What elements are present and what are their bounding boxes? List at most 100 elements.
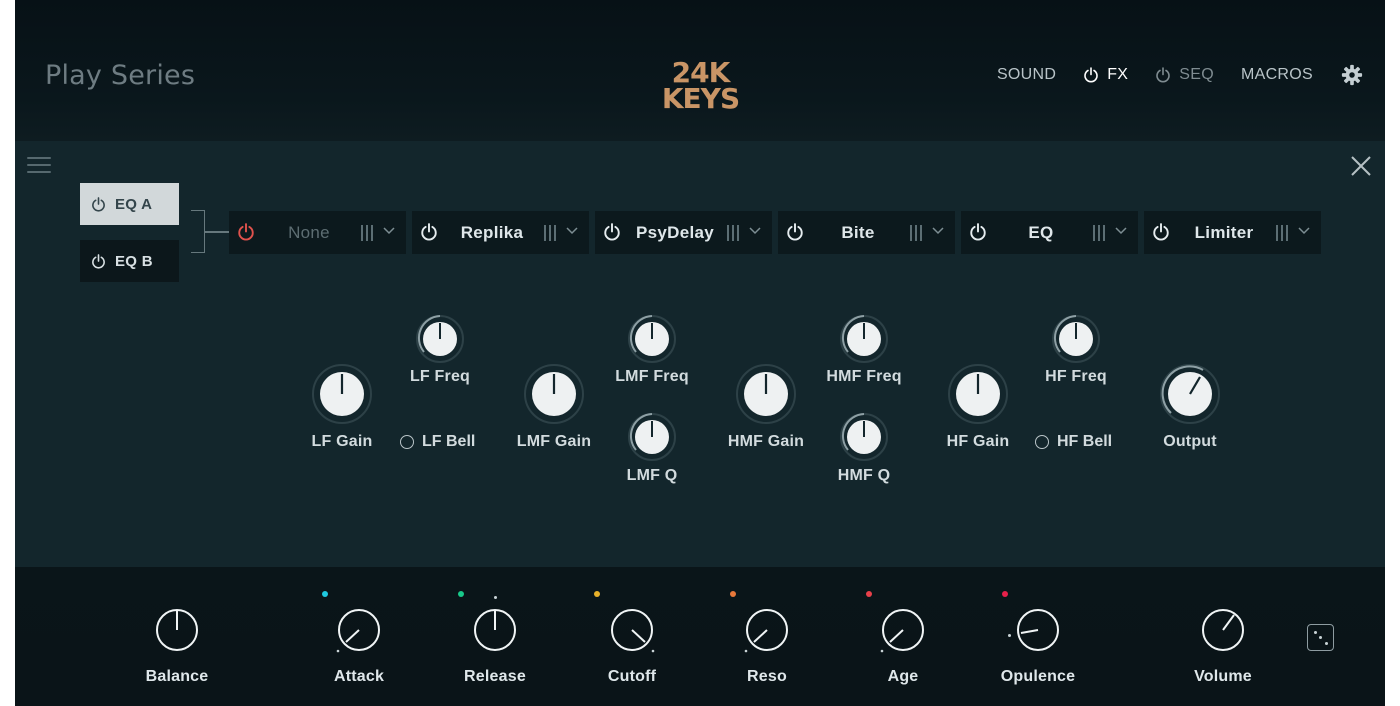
fx-slot-name: Replika bbox=[460, 222, 524, 242]
age-label: Age bbox=[887, 668, 919, 685]
hmf-freq-label: HMF Freq bbox=[826, 368, 902, 385]
brand-title: Play Series bbox=[45, 60, 196, 91]
attack-mod-dot bbox=[322, 591, 328, 597]
hmf-gain-knob[interactable] bbox=[735, 363, 797, 425]
gear-icon[interactable] bbox=[1341, 64, 1363, 86]
cutoff-mod-dot bbox=[594, 591, 600, 597]
power-icon[interactable] bbox=[1083, 67, 1099, 83]
reso-mod-dot bbox=[730, 591, 736, 597]
nav-fx[interactable]: FX bbox=[1083, 66, 1128, 84]
lmf-freq-knob[interactable] bbox=[627, 314, 677, 364]
opulence-mod-dot bbox=[1002, 591, 1008, 597]
eq-a-button[interactable]: EQ A bbox=[80, 183, 179, 225]
output-knob[interactable] bbox=[1159, 363, 1221, 425]
opulence-marker bbox=[1008, 634, 1011, 637]
hamburger-menu-icon[interactable] bbox=[27, 157, 51, 177]
fx-slot-name: PsyDelay bbox=[635, 222, 714, 242]
opulence-knob[interactable] bbox=[1015, 607, 1061, 653]
drag-handle-icon[interactable] bbox=[361, 225, 373, 241]
attack-knob[interactable] bbox=[336, 607, 382, 653]
release-marker bbox=[494, 596, 497, 599]
lf-gain-knob[interactable] bbox=[311, 363, 373, 425]
chevron-down-icon[interactable] bbox=[1115, 227, 1127, 235]
hmf-gain-label: HMF Gain bbox=[727, 433, 805, 450]
balance-knob[interactable] bbox=[154, 607, 200, 653]
drag-handle-icon[interactable] bbox=[1093, 225, 1105, 241]
main-nav: SOUND FX SEQ MACROS bbox=[970, 64, 1363, 86]
eq-b-button[interactable]: EQ B bbox=[80, 240, 179, 282]
fx-slot-1[interactable]: None bbox=[229, 211, 406, 254]
fx-panel: EQ A EQ B None Replika PsyDelay Bite EQ … bbox=[15, 141, 1385, 567]
nav-sound-label: SOUND bbox=[996, 66, 1057, 83]
chevron-down-icon[interactable] bbox=[383, 227, 395, 235]
release-knob[interactable] bbox=[472, 607, 518, 653]
lf-bell-toggle[interactable]: LF Bell bbox=[400, 433, 475, 451]
cutoff-label: Cutoff bbox=[607, 668, 657, 685]
chevron-down-icon[interactable] bbox=[1298, 227, 1310, 235]
logo-line-2: KEYS bbox=[661, 82, 740, 115]
fx-slot-6[interactable]: Limiter bbox=[1144, 211, 1321, 254]
hmf-q-label: HMF Q bbox=[837, 467, 891, 484]
chevron-down-icon[interactable] bbox=[566, 227, 578, 235]
fx-slot-2[interactable]: Replika bbox=[412, 211, 589, 254]
power-icon[interactable] bbox=[969, 223, 987, 241]
drag-handle-icon[interactable] bbox=[544, 225, 556, 241]
hmf-freq-knob[interactable] bbox=[839, 314, 889, 364]
power-icon bbox=[92, 196, 105, 211]
power-icon bbox=[92, 253, 105, 268]
lmf-freq-label: LMF Freq bbox=[615, 368, 689, 385]
lmf-q-knob[interactable] bbox=[627, 412, 677, 462]
nav-sound[interactable]: SOUND bbox=[997, 66, 1056, 84]
lf-freq-label: LF Freq bbox=[409, 368, 471, 385]
lf-freq-knob[interactable] bbox=[415, 314, 465, 364]
chevron-down-icon[interactable] bbox=[749, 227, 761, 235]
radio-icon[interactable] bbox=[1035, 435, 1049, 449]
fx-slot-3[interactable]: PsyDelay bbox=[595, 211, 772, 254]
fx-slot-name: None bbox=[288, 222, 330, 242]
radio-icon[interactable] bbox=[400, 435, 414, 449]
nav-seq[interactable]: SEQ bbox=[1155, 66, 1214, 84]
power-icon[interactable] bbox=[1152, 223, 1170, 241]
nav-seq-label: SEQ bbox=[1179, 66, 1214, 83]
eq-a-label: EQ A bbox=[115, 195, 153, 213]
drag-handle-icon[interactable] bbox=[910, 225, 922, 241]
power-icon[interactable] bbox=[786, 223, 804, 241]
volume-label: Volume bbox=[1194, 668, 1252, 685]
header-bar: Play Series 24K KEYS SOUND FX SEQ MACROS bbox=[15, 0, 1385, 141]
lmf-gain-knob[interactable] bbox=[523, 363, 585, 425]
cutoff-knob[interactable] bbox=[609, 607, 655, 653]
age-mod-dot bbox=[866, 591, 872, 597]
dice-icon[interactable] bbox=[1307, 624, 1334, 651]
fx-slot-5[interactable]: EQ bbox=[961, 211, 1138, 254]
reso-knob[interactable] bbox=[744, 607, 790, 653]
power-icon[interactable] bbox=[237, 223, 255, 241]
release-mod-dot bbox=[458, 591, 464, 597]
chain-bracket bbox=[191, 210, 205, 253]
attack-label: Attack bbox=[333, 668, 385, 685]
hmf-q-knob[interactable] bbox=[839, 412, 889, 462]
power-icon[interactable] bbox=[1155, 67, 1171, 83]
age-knob[interactable] bbox=[880, 607, 926, 653]
opulence-label: Opulence bbox=[1000, 668, 1076, 685]
drag-handle-icon[interactable] bbox=[727, 225, 739, 241]
hf-freq-knob[interactable] bbox=[1051, 314, 1101, 364]
hf-bell-toggle[interactable]: HF Bell bbox=[1035, 433, 1112, 451]
volume-knob[interactable] bbox=[1200, 607, 1246, 653]
power-icon[interactable] bbox=[603, 223, 621, 241]
nav-macros[interactable]: MACROS bbox=[1241, 66, 1313, 84]
hf-gain-knob[interactable] bbox=[947, 363, 1009, 425]
output-label: Output bbox=[1163, 433, 1217, 450]
lmf-q-label: LMF Q bbox=[626, 467, 678, 484]
lf-gain-label: LF Gain bbox=[311, 433, 373, 450]
drag-handle-icon[interactable] bbox=[1276, 225, 1288, 241]
fx-slot-4[interactable]: Bite bbox=[778, 211, 955, 254]
lf-bell-label: LF Bell bbox=[422, 433, 476, 450]
fx-slot-name: Limiter bbox=[1194, 222, 1254, 242]
close-icon[interactable] bbox=[1350, 155, 1372, 177]
fx-slot-chain: None Replika PsyDelay Bite EQ Limiter bbox=[229, 211, 1327, 254]
hf-bell-label: HF Bell bbox=[1057, 433, 1113, 450]
reso-label: Reso bbox=[747, 668, 787, 685]
chevron-down-icon[interactable] bbox=[932, 227, 944, 235]
power-icon[interactable] bbox=[420, 223, 438, 241]
chain-connector bbox=[205, 231, 229, 233]
